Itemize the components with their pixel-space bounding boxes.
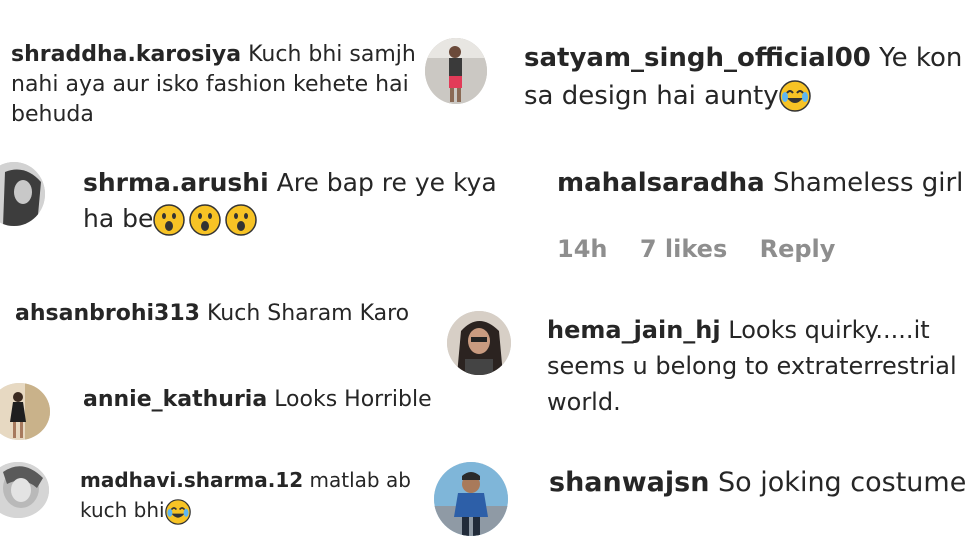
comment-username[interactable]: hema_jain_hj: [547, 316, 721, 344]
comment-username[interactable]: madhavi.sharma.12: [80, 468, 303, 492]
laugh-cry-emoji: [164, 498, 191, 525]
comment-username[interactable]: satyam_singh_official00: [524, 43, 871, 73]
avatar-madhavi[interactable]: [0, 462, 49, 518]
comment-hema: hema_jain_hj Looks quirky.....it seems u…: [547, 312, 970, 420]
comment-satyam: satyam_singh_official00 Ye kon sa design…: [524, 40, 970, 115]
comment-text: Shameless girl: [772, 168, 964, 198]
comment-mahalsaradha: mahalsaradha Shameless girl: [557, 166, 970, 201]
comment-username[interactable]: shraddha.karosiya: [11, 42, 241, 67]
avatar-annie[interactable]: [0, 383, 50, 440]
comment-username[interactable]: mahalsaradha: [557, 168, 765, 198]
comment-time: 14h: [557, 235, 608, 263]
comment-username[interactable]: annie_kathuria: [83, 387, 267, 412]
comment-likes[interactable]: 7 likes: [640, 235, 727, 263]
comment-username[interactable]: ahsanbrohi313: [15, 301, 200, 326]
comment-username[interactable]: shrma.arushi: [83, 168, 269, 197]
comment-username[interactable]: shanwajsn: [549, 467, 709, 498]
astonished-emoji: [153, 203, 186, 236]
astonished-emoji: [189, 203, 222, 236]
comment-shraddha: shraddha.karosiya Kuch bhi samjh nahi ay…: [11, 40, 416, 130]
comment-annie: annie_kathuria Looks Horrible: [83, 385, 483, 415]
comment-text: Kuch Sharam Karo: [206, 301, 410, 326]
astonished-emoji: [225, 203, 258, 236]
laugh-cry-emoji: [778, 80, 811, 112]
avatar-arushi[interactable]: [0, 162, 45, 226]
comment-text: Looks Horrible: [274, 387, 432, 412]
comment-text: So joking costume: [718, 467, 967, 498]
comment-meta: 14h 7 likes Reply: [557, 235, 859, 263]
comment-shanwajsn: shanwajsn So joking costume: [549, 465, 970, 502]
comment-madhavi: madhavi.sharma.12 matlab ab kuch bhi: [80, 465, 420, 525]
comment-arushi: shrma.arushi Are bap re ye kya ha be: [83, 165, 523, 236]
reply-button[interactable]: Reply: [760, 235, 836, 263]
avatar-shanwajsn[interactable]: [434, 462, 508, 536]
avatar-satyam[interactable]: [425, 38, 487, 104]
avatar-hema[interactable]: [447, 311, 511, 375]
comment-ahsanbrohi: ahsanbrohi313 Kuch Sharam Karo: [15, 299, 435, 329]
